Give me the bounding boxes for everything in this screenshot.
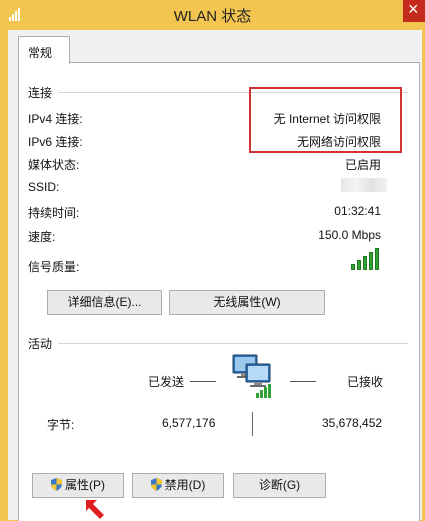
- uac-shield-icon: [51, 478, 62, 491]
- activity-divider: [58, 343, 408, 344]
- signal-bar: [351, 264, 355, 270]
- tab-general-label: 常规: [28, 46, 53, 60]
- uac-shield-icon: [150, 478, 162, 491]
- signal-quality-label: 信号质量:: [28, 260, 80, 274]
- wireless-properties-button[interactable]: 无线属性(W): [169, 290, 325, 315]
- bytes-sent-value: 6,577,176: [162, 416, 216, 430]
- signal-bar: [369, 252, 373, 270]
- sent-line: [190, 381, 216, 382]
- received-line: [290, 381, 316, 382]
- activity-section-label: 活动: [28, 337, 53, 351]
- disable-button[interactable]: 禁用(D): [132, 473, 224, 498]
- sent-label: 已发送: [148, 375, 185, 389]
- received-label: 已接收: [347, 375, 384, 389]
- duration-label: 持续时间:: [28, 206, 80, 220]
- bytes-label: 字节:: [47, 418, 75, 432]
- signal-strength-icon: [351, 248, 381, 270]
- media-state-value: 已启用: [344, 158, 381, 172]
- title-bar: WLAN 状态: [0, 0, 425, 30]
- media-state-label: 媒体状态:: [28, 158, 80, 172]
- speed-label: 速度:: [28, 230, 56, 244]
- ssid-label: SSID:: [28, 180, 60, 194]
- diagnose-button[interactable]: 诊断(G): [233, 473, 326, 498]
- network-activity-icon: [232, 354, 271, 398]
- ipv4-label: IPv4 连接:: [28, 112, 83, 126]
- details-button[interactable]: 详细信息(E)...: [47, 290, 162, 315]
- duration-value: 01:32:41: [334, 204, 381, 218]
- connection-section-label: 连接: [28, 86, 53, 100]
- signal-bar: [375, 248, 379, 270]
- disable-button-label: 禁用(D): [164, 478, 206, 492]
- properties-button-label: 属性(P): [65, 478, 105, 492]
- ssid-value-redacted: [341, 178, 387, 192]
- bytes-received-value: 35,678,452: [322, 416, 383, 430]
- window-title: WLAN 状态: [173, 8, 252, 25]
- properties-button[interactable]: 属性(P): [32, 473, 124, 498]
- signal-bar: [363, 256, 367, 270]
- ipv6-label: IPv6 连接:: [28, 135, 83, 149]
- red-arrow-icon: [86, 500, 104, 519]
- speed-value: 150.0 Mbps: [318, 228, 381, 242]
- bytes-divider: [252, 412, 253, 436]
- tab-general[interactable]: 常规: [18, 36, 70, 64]
- close-button[interactable]: [403, 0, 425, 22]
- signal-bar: [357, 260, 361, 270]
- highlight-box: [249, 87, 402, 153]
